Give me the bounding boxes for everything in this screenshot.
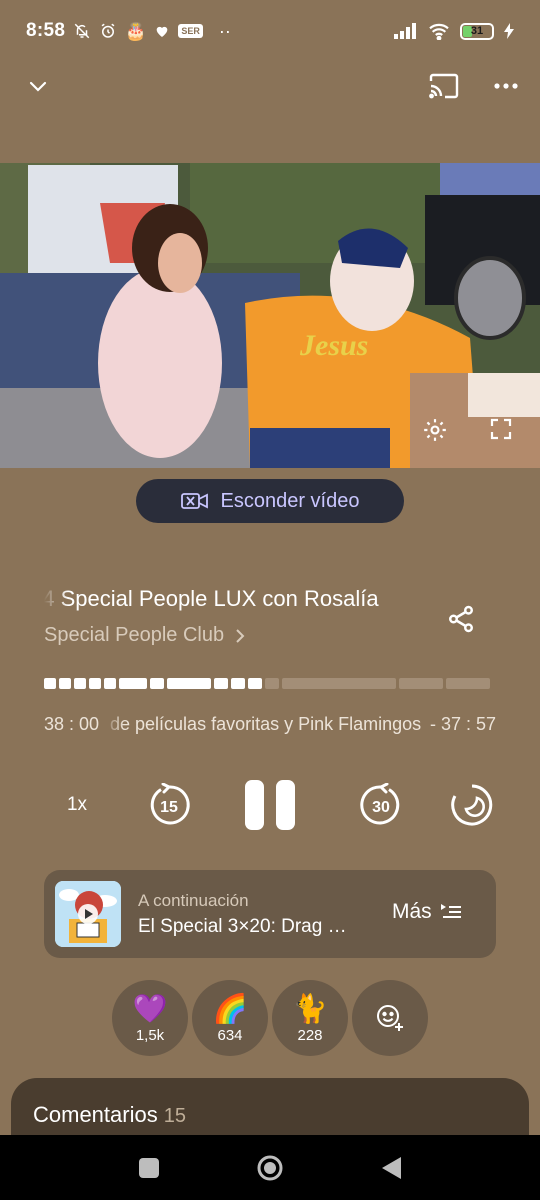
- progress-segment: [446, 678, 490, 689]
- reactions-row: 💜 1,5k 🌈 634 🐈 228: [112, 980, 428, 1056]
- video-player[interactable]: Jesus: [0, 163, 540, 468]
- hide-video-label: Esconder vídeo: [220, 489, 360, 512]
- cast-icon[interactable]: [428, 73, 460, 99]
- progress-segment: [167, 678, 211, 689]
- more-notifications-icon: ··: [218, 20, 231, 41]
- episode-title: 24 Special People LUX con Rosalía: [44, 586, 379, 611]
- status-time: 8:58: [26, 20, 66, 41]
- back-triangle-icon[interactable]: [377, 1153, 407, 1183]
- time-remaining: - 37 : 57: [429, 714, 496, 734]
- signal-icon: [394, 23, 416, 39]
- svg-text:30: 30: [372, 799, 390, 816]
- pause-icon: [245, 780, 295, 830]
- sleep-timer-button[interactable]: [449, 776, 495, 834]
- chapter-title: de películas favoritas y Pink Flamingos: [110, 714, 422, 734]
- hide-video-button[interactable]: Esconder vídeo: [136, 479, 404, 523]
- skip-back-button[interactable]: 15: [146, 776, 192, 834]
- up-next-label: A continuación: [138, 891, 249, 910]
- progress-segment: [119, 678, 147, 689]
- reaction-emoji-icon: 🌈: [212, 992, 248, 1024]
- time-row: 38 : 00 de películas favoritas y Pink Fl…: [44, 714, 496, 740]
- shirt-text: Jesus: [299, 329, 368, 362]
- rewind-icon: 15: [150, 783, 190, 825]
- home-circle-icon[interactable]: [255, 1153, 285, 1183]
- status-left: 8:58 🎂 SER ··: [26, 20, 231, 42]
- progress-segment: [214, 678, 228, 689]
- reaction-emoji-icon: 💜: [132, 992, 168, 1024]
- chevron-right-icon: [236, 628, 245, 643]
- queue-more-label: Más: [392, 900, 432, 923]
- up-next-card[interactable]: A continuación El Special 3×20: Drag Que…: [44, 870, 496, 958]
- progress-segment: [265, 678, 279, 689]
- charging-icon: [504, 23, 514, 39]
- up-next-artwork: [55, 881, 121, 947]
- chevron-down-icon[interactable]: [26, 74, 50, 98]
- moon-timer-icon: [451, 784, 493, 826]
- reaction-button[interactable]: 💜 1,5k: [112, 980, 188, 1056]
- top-bar-actions: [428, 73, 518, 99]
- status-right: 31: [394, 22, 514, 40]
- system-nav-bar: [0, 1135, 540, 1200]
- comments-count: 15: [163, 1105, 186, 1127]
- progress-segment: [399, 678, 443, 689]
- up-next-thumbnail: [55, 881, 121, 947]
- progress-segment: [150, 678, 164, 689]
- share-icon[interactable]: [446, 604, 476, 634]
- time-elapsed: 38 : 00: [44, 714, 100, 734]
- more-options-icon[interactable]: [494, 82, 518, 90]
- comments-title: Comentarios 15: [33, 1102, 186, 1128]
- recents-square-icon[interactable]: [134, 1153, 164, 1183]
- player-top-bar: [0, 64, 540, 108]
- wifi-icon: [429, 23, 449, 40]
- comments-title-label: Comentarios: [33, 1102, 158, 1127]
- progress-segment: [248, 678, 262, 689]
- bell-off-icon: [74, 23, 90, 39]
- speed-button[interactable]: 1x: [52, 776, 102, 834]
- podcast-name: Special People Club: [44, 624, 225, 646]
- progress-segment: [44, 678, 56, 689]
- settings-icon[interactable]: [422, 417, 448, 443]
- pause-button[interactable]: [243, 776, 297, 834]
- alarm-icon: [101, 23, 115, 38]
- reaction-button[interactable]: 🌈 634: [192, 980, 268, 1056]
- video-frame: Jesus: [0, 163, 540, 468]
- carrier-badge-icon: SER: [178, 24, 203, 38]
- progress-segment: [104, 678, 116, 689]
- reaction-count: 634: [217, 1026, 243, 1044]
- battery-icon: 31: [460, 22, 494, 40]
- up-next-title: El Special 3×20: Drag Queens: [138, 916, 358, 937]
- battery-level: 31: [470, 25, 484, 37]
- playback-controls: 1x 15 30: [0, 776, 540, 834]
- fullscreen-icon[interactable]: [489, 417, 513, 441]
- progress-segment: [74, 678, 86, 689]
- add-reaction-button[interactable]: [352, 980, 428, 1056]
- heart-icon: [157, 26, 168, 37]
- reaction-emoji-icon: 🐈: [292, 992, 328, 1024]
- reaction-button[interactable]: 🐈 228: [272, 980, 348, 1056]
- forward-icon: 30: [360, 783, 400, 825]
- video-off-icon: [180, 493, 208, 509]
- svg-text:15: 15: [160, 799, 178, 816]
- queue-list-icon: [440, 904, 461, 918]
- podcast-link[interactable]: Special People Club: [44, 624, 246, 647]
- skip-forward-button[interactable]: 30: [358, 776, 404, 834]
- reaction-count: 1,5k: [135, 1026, 165, 1044]
- progress-bar[interactable]: [44, 678, 496, 689]
- progress-segment: [59, 678, 71, 689]
- speed-label: 1x: [66, 794, 88, 815]
- progress-segment: [89, 678, 101, 689]
- app-notification-icon: 🎂: [125, 21, 147, 41]
- queue-more-button[interactable]: Más: [392, 900, 462, 924]
- status-bar: 8:58 🎂 SER ·· 31: [0, 0, 540, 62]
- progress-segment: [282, 678, 396, 689]
- progress-segment: [231, 678, 245, 689]
- add-emoji-icon: [377, 1005, 403, 1031]
- reaction-count: 228: [297, 1026, 323, 1044]
